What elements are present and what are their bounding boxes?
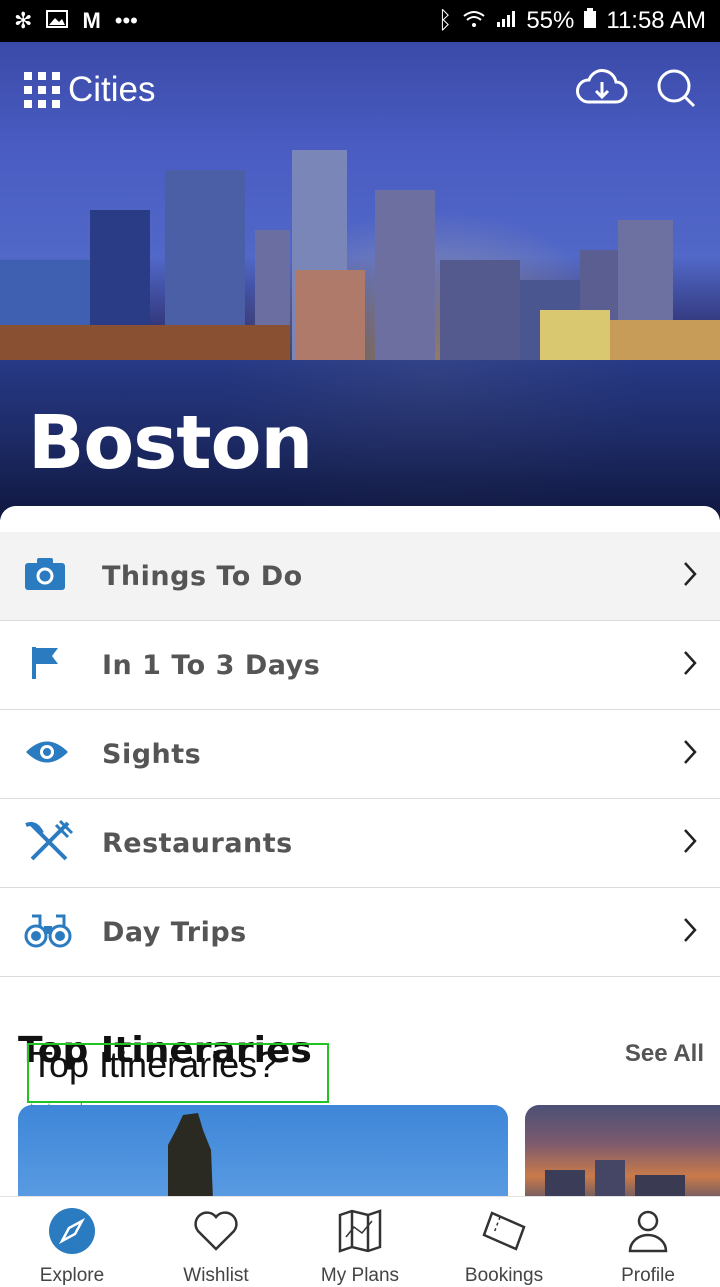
status-right: ᛒ 55% 11:58 AM — [438, 7, 706, 35]
ticket-icon — [478, 1207, 530, 1259]
chevron-right-icon — [682, 738, 698, 770]
nav-wishlist[interactable]: Wishlist — [144, 1197, 288, 1286]
eye-icon — [24, 737, 70, 771]
compass-icon — [48, 1207, 96, 1259]
nav-label-profile: Profile — [621, 1265, 675, 1286]
map-icon — [336, 1207, 384, 1259]
see-all-link[interactable]: See All — [625, 1040, 704, 1068]
itinerary-card[interactable] — [18, 1105, 508, 1200]
grid-menu-icon — [24, 72, 60, 108]
user-icon — [624, 1207, 672, 1259]
utensils-icon — [24, 819, 74, 867]
chevron-right-icon — [682, 560, 698, 592]
menu-label-day-trips: Day Trips — [102, 916, 247, 948]
category-menu: Things To Do In 1 To 3 Days Sights Resta… — [0, 532, 720, 977]
chevron-right-icon — [682, 916, 698, 948]
binoculars-icon — [24, 912, 72, 952]
wifi-icon — [462, 7, 486, 35]
signal-icon — [496, 7, 516, 35]
brand-label: Cities — [68, 70, 156, 109]
nav-profile[interactable]: Profile — [576, 1197, 720, 1286]
city-sunset-image — [545, 1160, 685, 1200]
overlay-title-text: Top Itineraries? — [31, 1044, 278, 1085]
clock: 11:58 AM — [606, 7, 706, 34]
image-icon — [46, 8, 69, 34]
menu-label-sights: Sights — [102, 738, 202, 770]
statue-image — [168, 1113, 213, 1200]
nav-explore[interactable]: Explore — [0, 1197, 144, 1286]
chevron-right-icon — [682, 649, 698, 681]
menu-item-things-to-do[interactable]: Things To Do — [0, 532, 720, 621]
chevron-right-icon — [682, 827, 698, 859]
menu-item-restaurants[interactable]: Restaurants — [0, 799, 720, 888]
more-notifications: ••• — [114, 8, 138, 33]
bottom-nav: Explore Wishlist My Plans Bookings Profi… — [0, 1196, 720, 1286]
heart-icon — [192, 1207, 240, 1259]
skyline-graphic — [0, 150, 720, 360]
gmail-icon: M — [82, 8, 101, 33]
bluetooth-icon: ᛒ — [437, 7, 453, 34]
status-left: ✻ M ••• — [14, 8, 138, 34]
nav-label-explore: Explore — [39, 1265, 105, 1286]
nav-label-bookings: Bookings — [464, 1265, 544, 1286]
menu-label-in-1-to-3-days: In 1 To 3 Days — [102, 649, 321, 681]
nav-my-plans[interactable]: My Plans — [288, 1197, 432, 1286]
nav-label-my-plans: My Plans — [320, 1265, 400, 1286]
menu-item-in-1-to-3-days[interactable]: In 1 To 3 Days — [0, 621, 720, 710]
menu-label-restaurants: Restaurants — [102, 827, 293, 859]
battery-percent: 55% — [526, 7, 575, 34]
menu-item-day-trips[interactable]: Day Trips — [0, 888, 720, 977]
fan-icon: ✻ — [14, 8, 33, 33]
nav-bookings[interactable]: Bookings — [432, 1197, 576, 1286]
cities-menu-button[interactable]: Cities — [24, 70, 156, 110]
nav-label-wishlist: Wishlist — [183, 1265, 249, 1286]
flag-icon — [24, 645, 66, 685]
top-bar: Cities — [0, 42, 720, 138]
status-bar: ✻ M ••• ᛒ 55% 11:58 AM — [0, 0, 720, 42]
top-actions — [576, 68, 696, 112]
menu-item-sights[interactable]: Sights — [0, 710, 720, 799]
itinerary-card[interactable] — [525, 1105, 720, 1200]
cloud-download-icon[interactable] — [576, 68, 628, 112]
menu-label-things-to-do: Things To Do — [102, 560, 303, 592]
camera-icon — [24, 557, 66, 595]
city-title: Boston — [28, 400, 313, 486]
battery-icon — [584, 7, 597, 35]
search-icon[interactable] — [656, 68, 696, 112]
